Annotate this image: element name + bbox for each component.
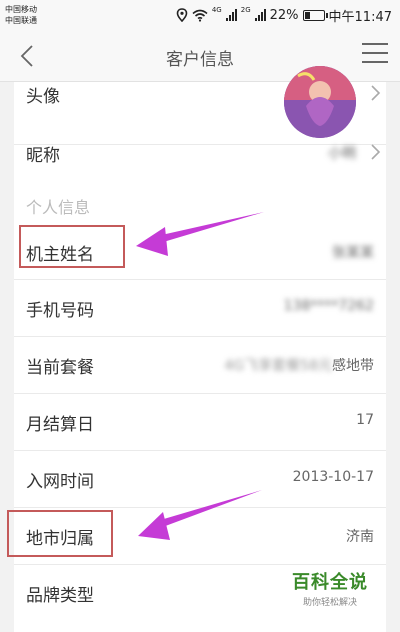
page-title: 客户信息 [166,50,234,70]
nickname-value: 小明 [328,146,356,162]
menu-icon [362,43,388,45]
watermark-logo: 百科全说 助你轻松解决 [280,568,380,608]
plan-value-suffix: 感地带 [332,358,374,374]
status-bar: 中国移动 中国联通 4G 2G 22% 中午11:47 [0,0,400,30]
watermark-subtitle: 助你轻松解决 [302,598,357,608]
carrier-info: 中国移动 中国联通 [5,4,37,26]
join-date-label: 入网时间 [26,472,94,492]
signal-icon-2 [254,9,266,21]
region-value: 济南 [346,529,374,545]
chevron-right-icon [371,85,381,101]
watermark-title: 百科全说 [292,572,368,593]
row-plan: 当前套餐 4G飞享套餐58元感地带 [14,337,386,394]
network-type-1: 4G [211,6,222,14]
region-highlight-box [7,510,113,557]
row-join-date: 入网时间 2013-10-17 [14,451,386,508]
signal-icon-1 [225,9,237,21]
plan-value-blurred: 4G飞享套餐58元 [224,358,332,374]
owner-name-value: 张某某 [332,245,374,261]
network-type-2: 2G [240,6,251,14]
chevron-right-icon [371,144,381,160]
join-date-value: 2013-10-17 [292,469,374,485]
carrier-2: 中国联通 [5,16,37,25]
plan-value: 4G飞享套餐58元感地带 [224,355,374,375]
section-personal-info: 个人信息 [26,198,91,217]
battery-percent: 22% [269,7,299,23]
owner-name-highlight-box [19,225,125,268]
nickname-label: 昵称 [26,146,60,166]
carrier-1: 中国移动 [5,5,37,14]
clock: 中午11:47 [328,9,392,25]
phone-value: 138****7262 [283,298,374,314]
avatar-label: 头像 [26,87,60,107]
location-icon [176,8,188,22]
plan-label: 当前套餐 [26,358,94,378]
menu-button[interactable] [362,43,388,69]
row-billing-day: 月结算日 17 [14,394,386,451]
brand-label: 品牌类型 [26,586,94,606]
phone-label: 手机号码 [26,301,94,321]
billing-day-value: 17 [356,412,374,428]
row-phone: 手机号码 138****7262 [14,280,386,337]
billing-day-label: 月结算日 [26,415,94,435]
row-nickname[interactable]: 昵称 小明 [14,123,386,181]
battery-icon [302,9,328,21]
wifi-icon [192,9,208,22]
status-icons: 4G 2G 22% 中午11:47 [176,6,392,25]
